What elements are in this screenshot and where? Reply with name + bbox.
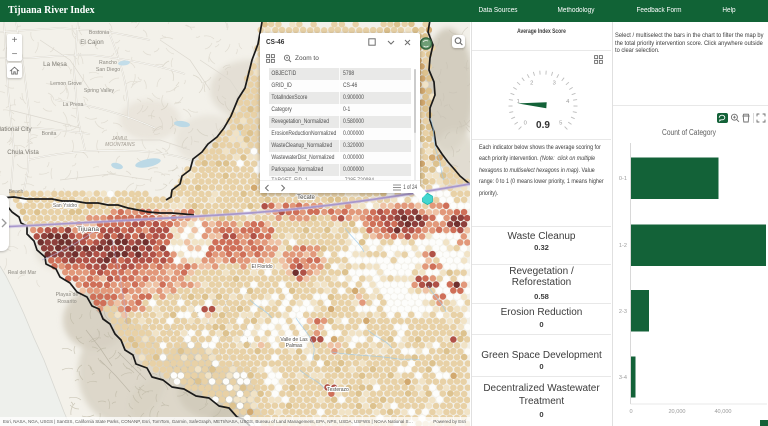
svg-text:0.9: 0.9 <box>536 120 550 131</box>
svg-text:Rosarito: Rosarito <box>57 299 76 305</box>
svg-text:Palmas: Palmas <box>286 343 303 349</box>
svg-text:Tecate: Tecate <box>297 195 315 201</box>
svg-text:3-4: 3-4 <box>619 375 627 381</box>
svg-text:0: 0 <box>629 409 632 415</box>
svg-text:0-1: 0-1 <box>619 176 627 182</box>
svg-text:Chula Vista: Chula Vista <box>7 149 39 156</box>
svg-text:Spring Valley: Spring Valley <box>84 88 115 94</box>
svg-text:Bostonia: Bostonia <box>89 30 109 36</box>
svg-text:Real del Mar: Real del Mar <box>8 270 37 276</box>
svg-text:4: 4 <box>566 99 570 105</box>
svg-text:Lemon Grove: Lemon Grove <box>50 81 82 87</box>
svg-text:Testerazo: Testerazo <box>327 387 349 393</box>
svg-text:National City: National City <box>0 126 32 133</box>
svg-text:MOUNTAINS: MOUNTAINS <box>105 142 135 148</box>
svg-text:Tijuana: Tijuana <box>77 226 99 233</box>
svg-text:La Mesa: La Mesa <box>43 61 67 68</box>
svg-text:40,000: 40,000 <box>714 409 731 415</box>
svg-text:San Ysidro: San Ysidro <box>53 203 78 209</box>
svg-text:Rancho: Rancho <box>99 60 117 66</box>
svg-text:La Presa: La Presa <box>63 102 84 108</box>
svg-text:Playas de: Playas de <box>56 292 79 298</box>
svg-text:2: 2 <box>530 81 533 87</box>
svg-text:2-3: 2-3 <box>619 309 627 315</box>
svg-text:San Diego: San Diego <box>96 67 120 73</box>
svg-text:El Cajon: El Cajon <box>80 39 104 46</box>
svg-text:5: 5 <box>559 121 562 127</box>
svg-text:Beach: Beach <box>9 189 24 195</box>
svg-text:1-2: 1-2 <box>619 243 627 249</box>
svg-text:Bonita: Bonita <box>42 131 57 137</box>
svg-text:20,000: 20,000 <box>668 409 685 415</box>
svg-text:1: 1 <box>517 99 520 105</box>
svg-text:0: 0 <box>524 121 527 127</box>
svg-text:3: 3 <box>553 81 556 87</box>
svg-text:El Florido: El Florido <box>251 264 272 270</box>
